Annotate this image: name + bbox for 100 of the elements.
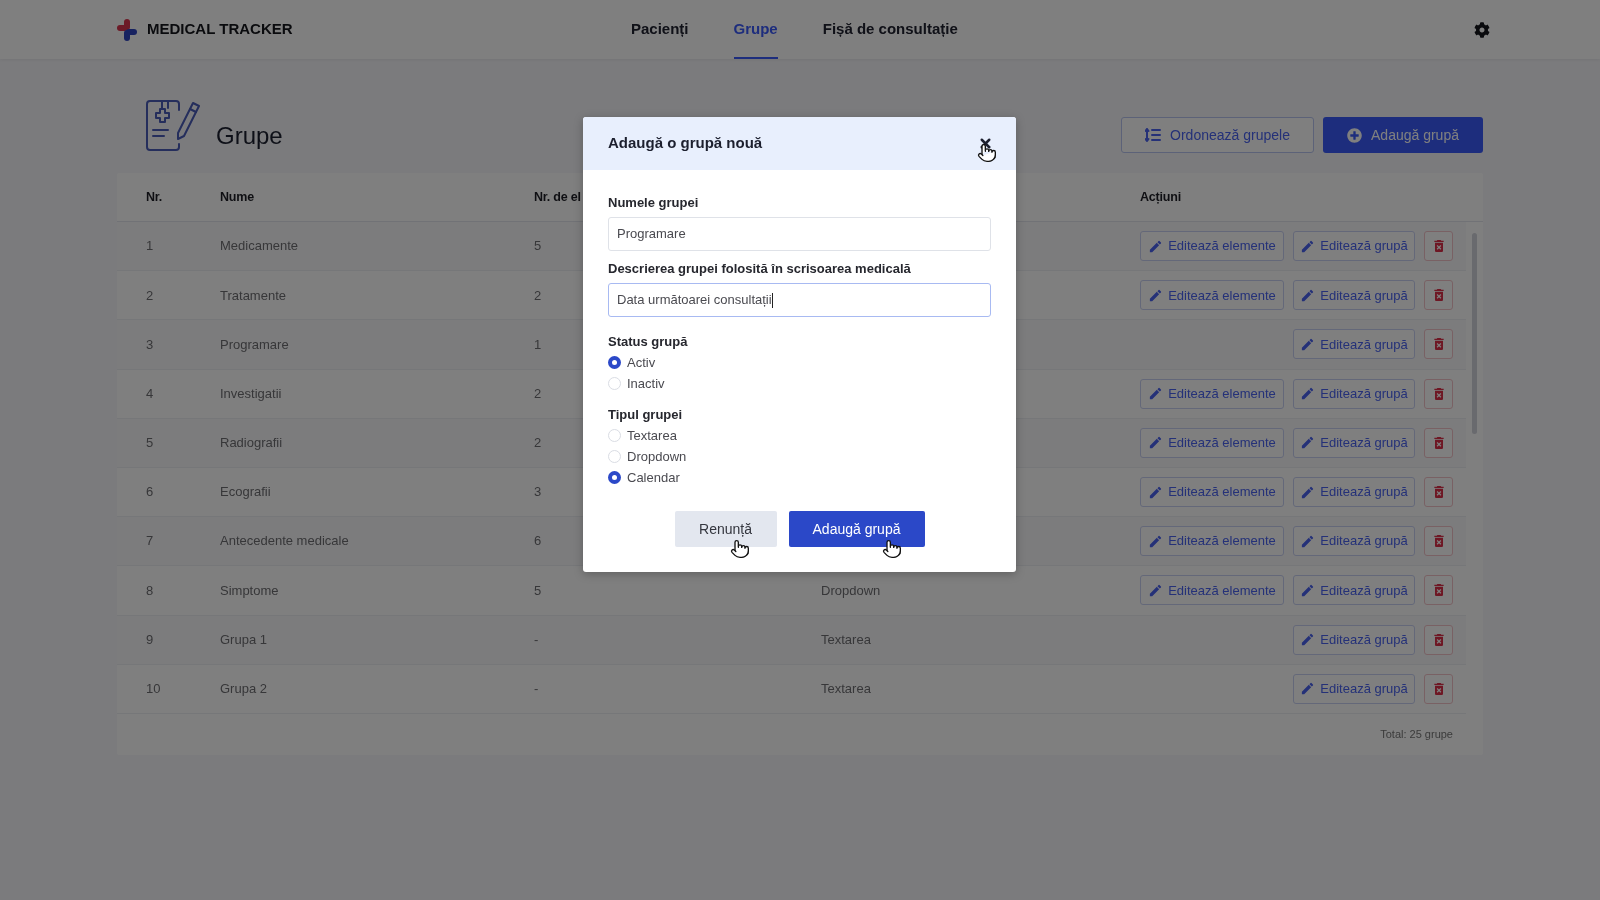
delete-button[interactable] (1424, 575, 1453, 606)
pencil-icon (1300, 238, 1316, 254)
edit-group-button[interactable]: Editează grupă (1293, 280, 1415, 311)
table-cell: Dropdown (821, 582, 881, 598)
edit-group-button[interactable]: Editează grupă (1293, 477, 1415, 508)
field-label: Numele grupei (608, 195, 700, 211)
table-cell: 1 (534, 336, 542, 352)
radio-label: Activ (627, 353, 656, 372)
group-label: Tipul grupei (608, 407, 684, 423)
edit-elements-button[interactable]: Editează elemente (1140, 427, 1284, 458)
sort-groups-button[interactable]: Ordonează grupele (1121, 117, 1314, 153)
delete-button[interactable] (1424, 673, 1453, 704)
table-cell: 1 (146, 238, 154, 254)
edit-group-button[interactable]: Editează grupă (1293, 231, 1415, 262)
edit-elements-button[interactable]: Editează elemente (1140, 526, 1284, 557)
table-cell: 4 (146, 385, 154, 401)
table-cell: 5 (534, 238, 542, 254)
column-header: Nr. (146, 189, 163, 204)
delete-button[interactable] (1424, 280, 1453, 311)
edit-elements-button[interactable]: Editează elemente (1140, 231, 1284, 262)
edit-group-button[interactable]: Editează grupă (1293, 378, 1415, 409)
edit-group-button[interactable]: Editează grupă (1293, 624, 1415, 655)
table-cell: 9 (146, 631, 154, 647)
table-cell: Tratamente (220, 287, 286, 303)
table-cell: 3 (534, 484, 542, 500)
table-cell: Investigatii (220, 385, 282, 401)
radio-button[interactable] (608, 450, 621, 463)
pencil-icon (1300, 484, 1316, 500)
edit-group-button[interactable]: Editează grupă (1293, 575, 1415, 606)
sort-list-icon (1145, 128, 1162, 142)
edit-group-button[interactable]: Editează grupă (1293, 673, 1415, 704)
input-field[interactable]: Data următoarei consultații (608, 283, 991, 317)
table-cell: Simptome (220, 582, 279, 598)
settings-button[interactable] (1474, 21, 1490, 38)
table-cell: 10 (146, 681, 161, 697)
table-cell: 6 (534, 533, 542, 549)
pencil-icon (1148, 533, 1164, 549)
table-cell: 6 (146, 484, 154, 500)
table-cell: Ecografii (220, 484, 271, 500)
add-group-button[interactable]: Adaugă grupă (1323, 117, 1483, 153)
radio-button[interactable] (608, 356, 621, 369)
pencil-icon (1148, 386, 1164, 402)
dialog-title: Adaugă o grupă nouă (608, 133, 763, 154)
edit-elements-button[interactable]: Editează elemente (1140, 575, 1284, 606)
radio-button[interactable] (608, 429, 621, 442)
cancel-button[interactable]: Renunță (674, 511, 777, 547)
table-cell: - (534, 681, 539, 697)
table-cell: Antecedente medicale (220, 533, 349, 549)
pencil-icon (1300, 533, 1316, 549)
edit-elements-button[interactable]: Editează elemente (1140, 280, 1284, 311)
hand-cursor-icon (730, 538, 750, 560)
nav-tab[interactable]: Fișă de consultație (822, 0, 958, 59)
submit-button[interactable]: Adaugă grupă (788, 511, 925, 547)
table-cell: Radiografii (220, 435, 283, 451)
pencil-icon (1148, 484, 1164, 500)
table-cell: Textarea (821, 681, 871, 697)
radio-button[interactable] (608, 471, 621, 484)
table-cell: 5 (146, 435, 154, 451)
delete-button[interactable] (1424, 329, 1453, 360)
group-label: Status grupă (608, 334, 689, 350)
table-cell: 5 (534, 582, 542, 598)
input-field[interactable]: Programare (608, 217, 991, 251)
text-caret (771, 292, 773, 308)
table-cell: Textarea (821, 631, 871, 647)
field-label: Descrierea grupei folosită în scrisoarea medicală (608, 261, 912, 277)
delete-button[interactable] (1424, 526, 1453, 557)
nav-tab[interactable]: Grupe (733, 0, 778, 59)
hand-cursor-icon (977, 142, 997, 164)
column-header: Acțiuni (1140, 188, 1181, 206)
total-count: Total: 25 grupe (1380, 727, 1453, 743)
pencil-icon (1300, 582, 1316, 598)
table-cell: 2 (534, 287, 542, 303)
pencil-icon (1300, 386, 1316, 402)
radio-button[interactable] (608, 377, 621, 390)
edit-group-button[interactable]: Editează grupă (1293, 526, 1415, 557)
edit-group-button[interactable]: Editează grupă (1293, 329, 1415, 360)
edit-elements-button[interactable]: Editează elemente (1140, 378, 1284, 409)
pencil-icon (1148, 582, 1164, 598)
delete-button[interactable] (1424, 231, 1453, 262)
edit-group-button[interactable]: Editează grupă (1293, 427, 1415, 458)
radio-label: Dropdown (627, 447, 687, 466)
delete-button[interactable] (1424, 477, 1453, 508)
delete-button[interactable] (1424, 378, 1453, 409)
nav-tab[interactable]: Pacienți (631, 0, 689, 59)
table-cell: - (534, 631, 539, 647)
table-cell: Grupa 2 (220, 681, 267, 697)
page-title: Grupe (216, 122, 283, 150)
pencil-icon (1300, 681, 1316, 697)
table-cell: 2 (534, 385, 542, 401)
pencil-icon (1300, 336, 1316, 352)
pencil-icon (1300, 632, 1316, 648)
radio-label: Calendar (627, 468, 680, 487)
delete-button[interactable] (1424, 427, 1453, 458)
table-cell: Grupa 1 (220, 631, 267, 647)
table-cell: 2 (534, 435, 542, 451)
edit-elements-button[interactable]: Editează elemente (1140, 477, 1284, 508)
delete-button[interactable] (1424, 624, 1453, 655)
radio-label: Textarea (627, 426, 677, 445)
column-header: Nume (220, 189, 254, 204)
column-header: Nr. de el (534, 189, 581, 204)
